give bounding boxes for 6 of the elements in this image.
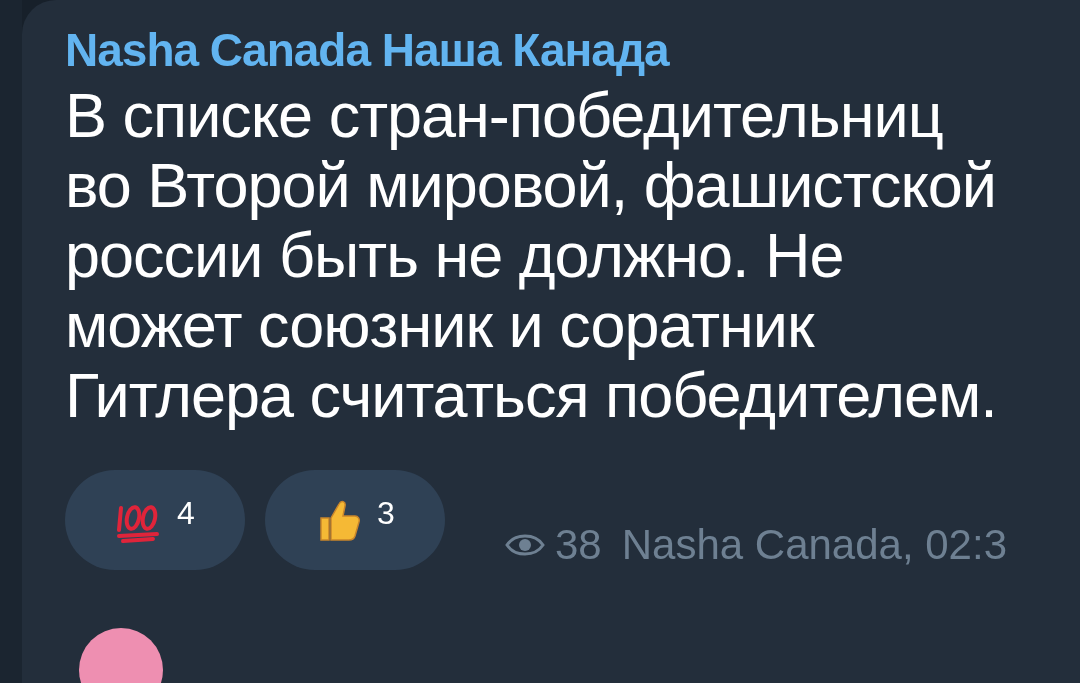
message-text: В списке стран-победительниц во Второй мировой, фашистской россии быть не должно. Не может союзник и соратник Гитлера считаться победителем. bbox=[65, 80, 997, 430]
message-footer: Nasha Canada, 02:3 bbox=[621, 513, 1007, 576]
channel-name: Nasha Canada Наша Канада bbox=[65, 23, 669, 78]
view-count: 38 bbox=[555, 520, 602, 570]
reaction-button[interactable]: 4 bbox=[65, 470, 245, 570]
reaction-button[interactable]: 3 bbox=[265, 470, 445, 570]
